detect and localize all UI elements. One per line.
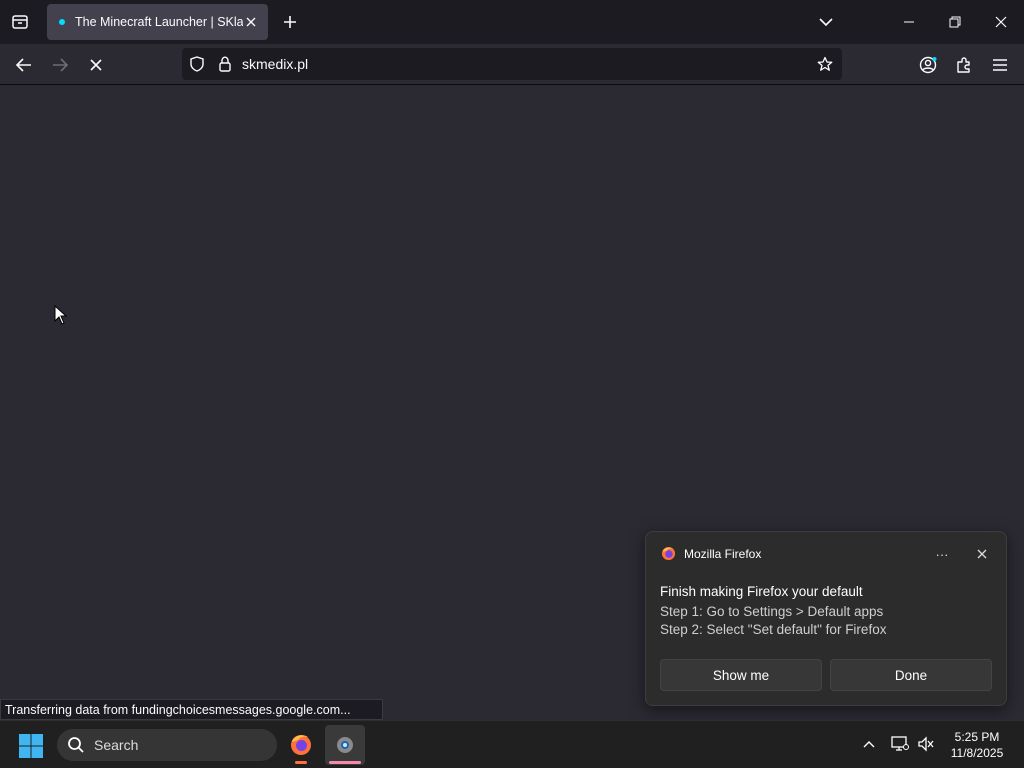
firefox-icon (661, 546, 676, 561)
show-hidden-icons-icon[interactable] (858, 733, 880, 755)
taskbar-firefox[interactable] (281, 725, 321, 765)
forward-icon (47, 52, 73, 78)
list-all-tabs-icon[interactable] (815, 11, 837, 33)
show-me-button[interactable]: Show me (660, 659, 822, 691)
menu-icon[interactable] (987, 52, 1013, 78)
notification-app-name: Mozilla Firefox (684, 547, 762, 561)
url-bar[interactable]: skmedix.pl (182, 48, 842, 80)
extensions-icon[interactable] (951, 52, 977, 78)
nav-bar: skmedix.pl (0, 44, 1024, 85)
lock-icon[interactable] (216, 55, 234, 73)
search-label: Search (94, 737, 139, 753)
minimize-icon[interactable] (886, 0, 932, 44)
loading-icon (59, 19, 65, 25)
tab-title: The Minecraft Launcher | SKlauncher (75, 15, 243, 29)
windows-start-icon[interactable] (18, 733, 44, 759)
back-icon[interactable] (11, 52, 37, 78)
firefox-icon (291, 735, 311, 755)
clock-date: 11/8/2025 (950, 746, 1004, 760)
taskbar-settings[interactable] (325, 725, 365, 765)
new-tab-icon[interactable] (279, 11, 301, 33)
done-button[interactable]: Done (830, 659, 992, 691)
mouse-cursor-icon (54, 305, 68, 325)
running-indicator (295, 761, 307, 764)
url-text[interactable]: skmedix.pl (242, 56, 308, 72)
search-icon (68, 737, 84, 753)
tab-active[interactable]: The Minecraft Launcher | SKlauncher (47, 4, 268, 40)
close-tab-icon[interactable] (242, 13, 260, 31)
restore-icon[interactable] (932, 0, 978, 44)
notification-step-2: Step 2: Select "Set default" for Firefox (660, 622, 887, 637)
clock-time: 5:25 PM (954, 730, 1000, 744)
notification-toast: Mozilla Firefox ··· Finish making Firefo… (645, 531, 1007, 706)
tracking-protection-icon[interactable] (188, 55, 206, 73)
firefox-view-icon[interactable] (8, 11, 32, 33)
taskbar: Search 5:25 PM 11/8/2025 (0, 720, 1024, 768)
stop-icon[interactable] (83, 52, 109, 78)
close-notification-icon[interactable] (971, 544, 993, 564)
settings-gear-icon (337, 737, 353, 753)
bookmark-star-icon[interactable] (816, 55, 834, 73)
close-window-icon[interactable] (978, 0, 1024, 44)
network-icon[interactable] (889, 733, 911, 755)
notification-heading: Finish making Firefox your default (660, 584, 863, 599)
more-options-icon[interactable]: ··· (931, 544, 953, 564)
active-indicator (329, 761, 361, 764)
volume-muted-icon[interactable] (915, 733, 937, 755)
account-icon[interactable] (915, 52, 941, 78)
notification-step-1: Step 1: Go to Settings > Default apps (660, 604, 884, 619)
status-panel: Transferring data from fundingchoicesmes… (0, 699, 383, 720)
tab-bar: The Minecraft Launcher | SKlauncher (0, 0, 1024, 44)
system-clock[interactable]: 5:25 PM 11/8/2025 (940, 729, 1014, 761)
taskbar-search[interactable]: Search (57, 729, 277, 761)
